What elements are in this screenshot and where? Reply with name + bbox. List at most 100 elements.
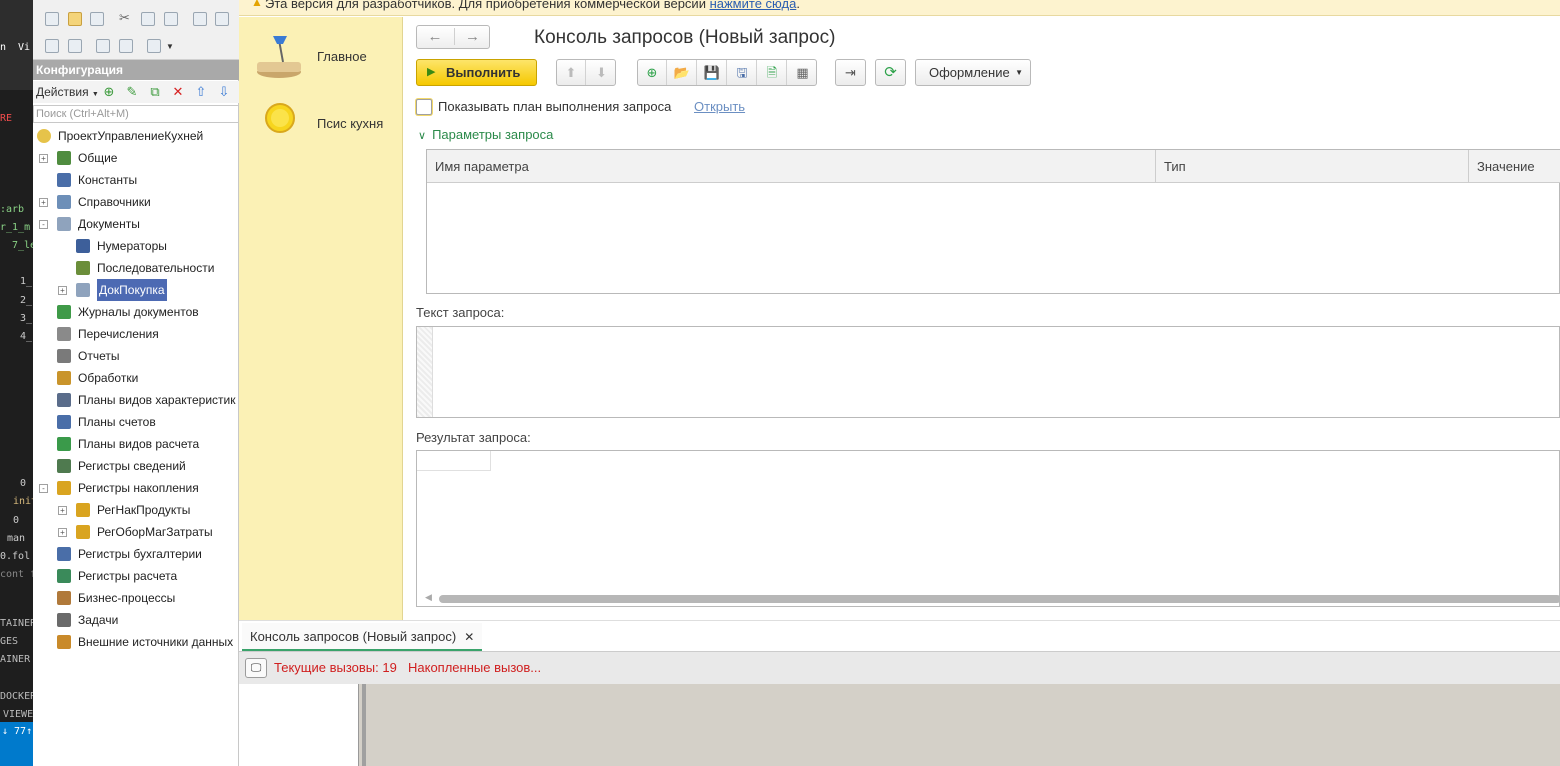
search-input[interactable]: Поиск (Ctrl+Alt+M)	[33, 105, 239, 123]
move-down-icon[interactable]: ⇩	[216, 84, 232, 100]
horizontal-scrollbar[interactable]	[439, 595, 1560, 603]
scroll-left-icon[interactable]: ◀	[425, 592, 432, 603]
export-icon[interactable]: 🗎	[758, 60, 787, 85]
table-view-icon[interactable]: ▦	[788, 60, 817, 85]
tree-item[interactable]: ПроектУправлениеКухней	[33, 125, 239, 147]
copy-icon[interactable]	[141, 12, 155, 26]
tree-item[interactable]: Нумераторы	[33, 235, 239, 257]
tree-item[interactable]: Планы счетов	[33, 411, 239, 433]
tree-item[interactable]: Константы	[33, 169, 239, 191]
expand-icon[interactable]: +	[58, 286, 67, 295]
tree-item[interactable]: + Справочники	[33, 191, 239, 213]
editor-statusbar[interactable]: ↓ 77↑	[0, 722, 33, 766]
tree-item[interactable]: Регистры сведений	[33, 455, 239, 477]
forward-icon[interactable]: →	[454, 28, 490, 45]
table-icon[interactable]	[119, 39, 133, 53]
tree-item[interactable]: Обработки	[33, 367, 239, 389]
tab-query-console[interactable]: Консоль запросов (Новый запрос) ✕	[242, 623, 483, 651]
tree-item[interactable]: Бизнес-процессы	[33, 587, 239, 609]
paste-icon[interactable]	[164, 12, 178, 26]
tree-item[interactable]: + ДокПокупка	[33, 279, 239, 301]
back-icon[interactable]: ←	[417, 28, 453, 45]
database-icon[interactable]	[96, 39, 110, 53]
expand-icon[interactable]: +	[39, 154, 48, 163]
accumulated-calls[interactable]: Накопленные вызов...	[408, 660, 541, 675]
column-param-name[interactable]: Имя параметра	[427, 150, 1156, 183]
tree-item[interactable]: Планы видов расчета	[33, 433, 239, 455]
column-value[interactable]: Значение	[1469, 150, 1560, 183]
doc-icon[interactable]	[45, 39, 59, 53]
expand-icon[interactable]: +	[58, 506, 67, 515]
column-type[interactable]: Тип	[1156, 150, 1469, 183]
tree-item-label: Задачи	[78, 613, 119, 627]
collapse-icon[interactable]: -	[39, 220, 48, 229]
print-icon[interactable]	[193, 12, 207, 26]
params-group-header[interactable]: ∨ Параметры запроса	[418, 127, 553, 142]
current-calls[interactable]: Текущие вызовы: 19	[274, 660, 397, 675]
new-icon[interactable]	[45, 12, 59, 26]
cut-icon[interactable]: ✂	[119, 10, 130, 26]
move-up-icon[interactable]: ⇧	[193, 84, 209, 100]
server-calls-icon[interactable]: 🖵	[245, 658, 267, 678]
tree-item[interactable]: Внешние источники данных	[33, 631, 239, 653]
expand-icon[interactable]: +	[39, 198, 48, 207]
tree-item[interactable]: - Документы	[33, 213, 239, 235]
add-icon[interactable]: ⊕	[101, 84, 117, 100]
chevron-down-icon[interactable]: ▼	[166, 42, 174, 51]
close-icon[interactable]: ✕	[464, 630, 474, 644]
buy-link[interactable]: нажмите сюда	[710, 0, 797, 11]
tree-item[interactable]: Отчеты	[33, 345, 239, 367]
constants-icon	[57, 173, 71, 187]
config-root-icon	[37, 129, 51, 143]
module-dropdown-icon[interactable]	[147, 39, 161, 53]
save-as-icon[interactable]: 🖫	[728, 60, 757, 85]
section-main[interactable]: Главное	[239, 22, 403, 82]
open-folder-icon[interactable]	[68, 12, 82, 26]
editor-line: n	[0, 42, 7, 53]
move-up-arrow-icon[interactable]: ⬆	[557, 60, 586, 85]
tree-item[interactable]: - Регистры накопления	[33, 477, 239, 499]
tree-item[interactable]: Регистры бухгалтерии	[33, 543, 239, 565]
result-table[interactable]: ◀	[416, 450, 1560, 607]
step-button[interactable]: ⇥	[835, 59, 866, 86]
tree-item[interactable]: Регистры расчета	[33, 565, 239, 587]
preview-icon[interactable]	[215, 12, 229, 26]
edit-icon[interactable]: ✎	[124, 84, 140, 100]
tree-item[interactable]: Задачи	[33, 609, 239, 631]
tree-item[interactable]: Планы видов характеристик	[33, 389, 239, 411]
tree-item[interactable]: Журналы документов	[33, 301, 239, 323]
section-psis-kitchen[interactable]: Псис кухня	[239, 89, 403, 149]
tree-item[interactable]: Последовательности	[33, 257, 239, 279]
form-icon[interactable]	[68, 39, 82, 53]
params-table[interactable]: Имя параметра Тип Значение	[426, 149, 1560, 294]
info-registers-icon	[57, 459, 71, 473]
configuration-panel: ✂ ▼ Конфигурация Действия ▼ ⊕ ✎ ⧉ ✕ ⇧ ⇩ …	[33, 0, 239, 766]
collapse-icon[interactable]: -	[39, 484, 48, 493]
tree-item[interactable]: + Общие	[33, 147, 239, 169]
new-query-icon[interactable]: ⊕	[638, 60, 667, 85]
warning-icon: ▲	[251, 0, 263, 9]
history-nav: ← →	[416, 25, 490, 49]
run-label: Выполнить	[446, 65, 521, 80]
show-plan-checkbox[interactable]	[416, 99, 432, 115]
refresh-button[interactable]: ⟳	[875, 59, 906, 86]
run-button[interactable]: ▶ Выполнить	[416, 59, 537, 86]
expand-icon[interactable]: +	[58, 528, 67, 537]
reports-icon	[57, 349, 71, 363]
result-cell[interactable]	[417, 451, 491, 471]
tree-item[interactable]: + РегОборМагЗатраты	[33, 521, 239, 543]
tree-item[interactable]: Перечисления	[33, 323, 239, 345]
design-menu-button[interactable]: Оформление ▼	[915, 59, 1031, 86]
sync-status[interactable]: ↓ 77↑	[2, 726, 32, 737]
save-icon[interactable]	[90, 12, 104, 26]
open-plan-link[interactable]: Открыть	[694, 99, 745, 114]
move-down-arrow-icon[interactable]: ⬇	[587, 60, 616, 85]
actions-menu-button[interactable]: Действия ▼	[36, 85, 99, 99]
copy-item-icon[interactable]: ⧉	[147, 84, 163, 100]
tree-item[interactable]: + РегНакПродукты	[33, 499, 239, 521]
save-query-icon[interactable]: 💾	[698, 60, 727, 85]
query-text-editor[interactable]	[416, 326, 1560, 418]
delete-icon[interactable]: ✕	[170, 84, 186, 100]
tree-item-label: Планы видов характеристик	[78, 393, 236, 407]
open-query-icon[interactable]: 📂	[668, 60, 697, 85]
